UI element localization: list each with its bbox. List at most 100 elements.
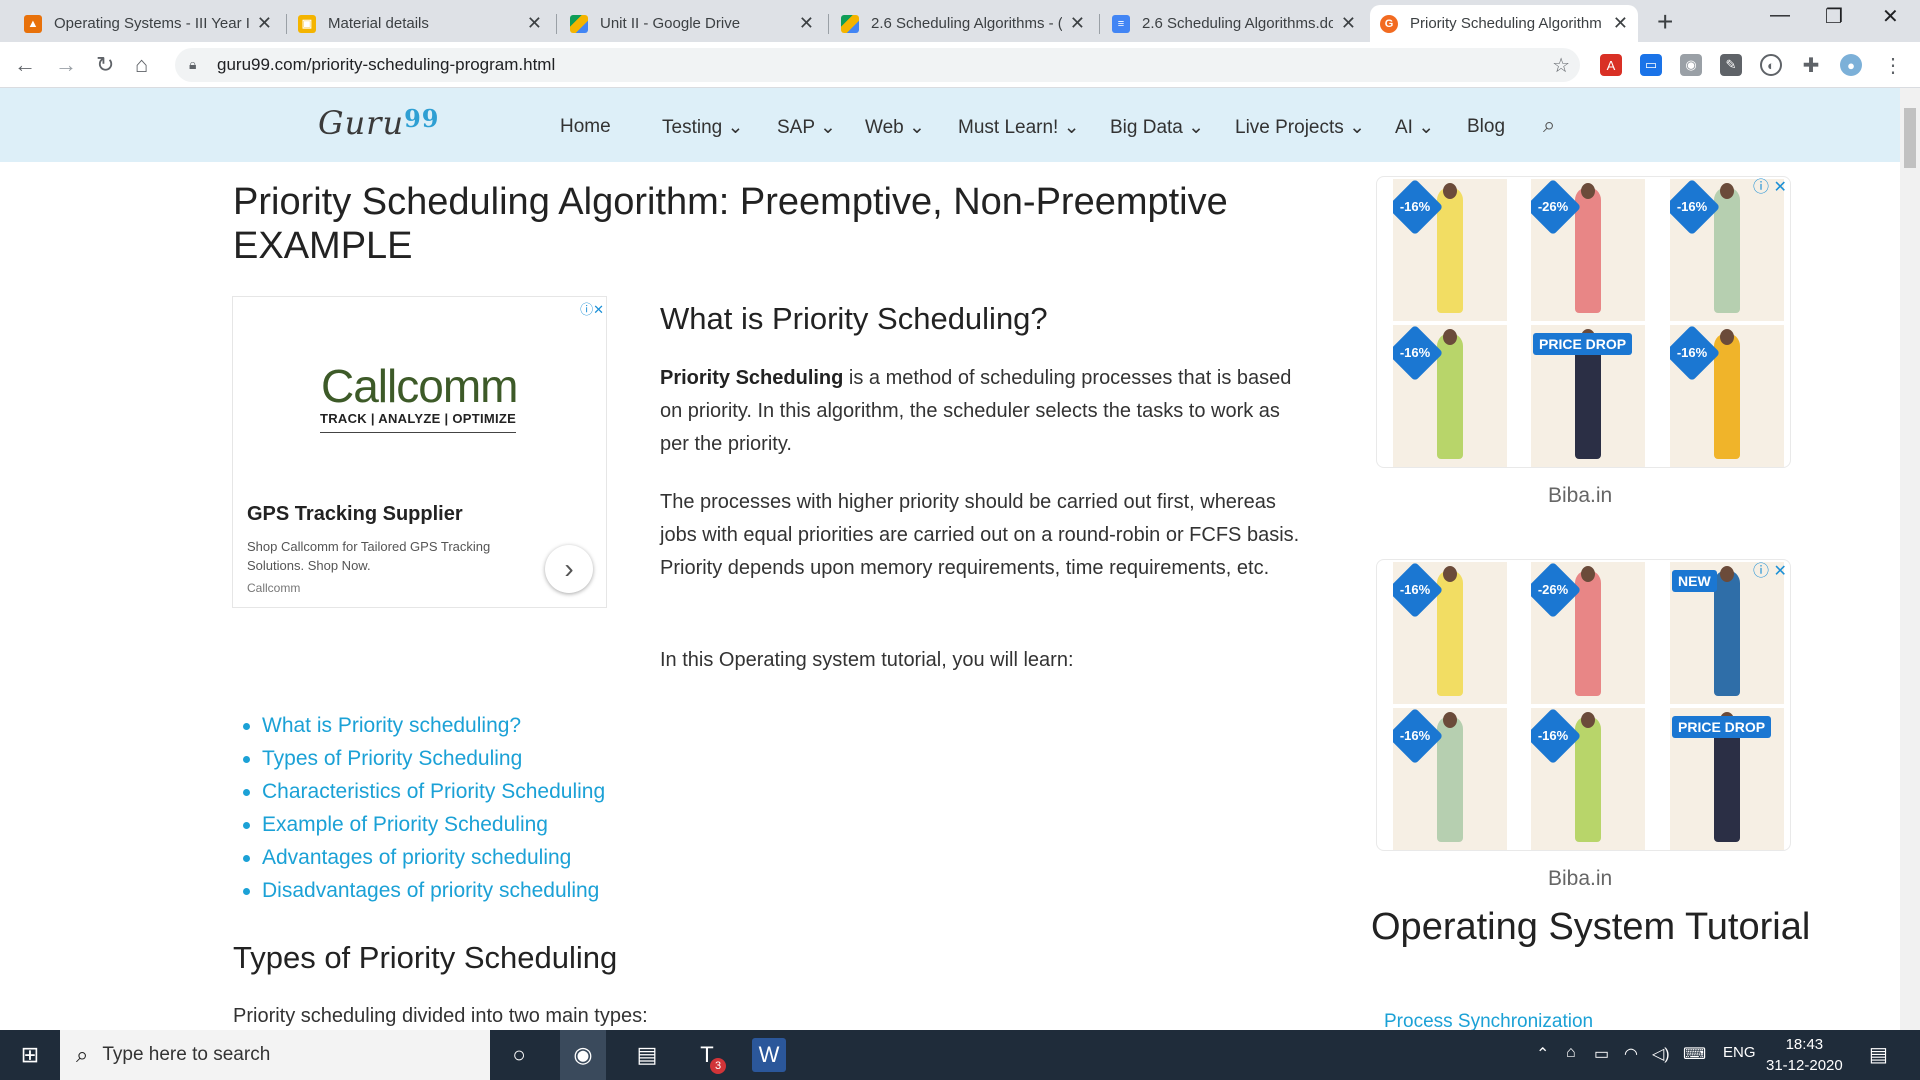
ad-source: Callcomm [247, 581, 301, 595]
bookmark-star-icon[interactable]: ☆ [1552, 53, 1570, 78]
close-tab-icon[interactable]: ✕ [1341, 13, 1356, 34]
ad-choices-icon[interactable]: ⓘ ✕ [1753, 173, 1787, 197]
toc-link[interactable]: Types of Priority Scheduling [242, 742, 605, 775]
biba-label[interactable]: Biba.in [1548, 867, 1612, 891]
product-tile[interactable]: PRICE DROP [1531, 325, 1645, 467]
cast-extension-icon[interactable]: ▭ [1640, 54, 1662, 76]
product-tile[interactable]: PRICE DROP [1670, 708, 1784, 850]
close-tab-icon[interactable]: ✕ [799, 13, 814, 34]
new-tab-button[interactable]: + [1657, 6, 1673, 38]
language-indicator[interactable]: ENG [1723, 1044, 1756, 1061]
windows-start-icon[interactable]: ⊞ [13, 1038, 47, 1072]
biba-ad-block-1[interactable]: -16% -26% -16% -16% PRICE DROP -16% [1376, 176, 1791, 468]
notifications-icon[interactable]: ▤ [1869, 1042, 1888, 1067]
maximize-icon[interactable]: ❐ [1825, 4, 1843, 29]
nav-web[interactable]: Web ⌄ [865, 116, 925, 139]
nav-testing[interactable]: Testing ⌄ [662, 116, 743, 139]
discount-badge: PRICE DROP [1672, 716, 1772, 738]
biba-label[interactable]: Biba.in [1548, 484, 1612, 508]
page-scrollbar[interactable] [1900, 88, 1920, 1030]
toc-link[interactable]: What is Priority scheduling? [242, 709, 605, 742]
browser-tab-3[interactable]: 2.6 Scheduling Algorithms - ( ✕ [831, 5, 1095, 42]
product-tile[interactable]: -26% [1531, 179, 1645, 321]
eyedropper-extension-icon[interactable]: ✎ [1720, 54, 1742, 76]
nav-live-projects[interactable]: Live Projects ⌄ [1235, 116, 1365, 139]
callcomm-ad[interactable]: ⓘ✕ Callcomm TRACK | ANALYZE | OPTIMIZE G… [232, 296, 607, 608]
battery-icon[interactable]: ▭ [1594, 1044, 1609, 1064]
teams-icon[interactable]: T3 [690, 1038, 726, 1074]
product-tile[interactable]: NEW [1670, 562, 1784, 704]
toc-link[interactable]: Disadvantages of priority scheduling [242, 874, 605, 907]
browser-tab-1[interactable]: ▣ Material details ✕ [288, 5, 552, 42]
keyboard-icon[interactable]: ⌨ [1683, 1044, 1706, 1064]
ad-tagline: TRACK | ANALYZE | OPTIMIZE [320, 411, 517, 433]
table-of-contents: What is Priority scheduling? Types of Pr… [242, 709, 605, 907]
ad-title[interactable]: GPS Tracking Supplier [247, 503, 463, 526]
reload-icon[interactable]: ↻ [96, 52, 114, 78]
forward-icon[interactable]: → [55, 52, 77, 78]
product-tile[interactable]: -16% [1670, 325, 1784, 467]
slides-icon: ▣ [298, 14, 316, 33]
tray-chevron-icon[interactable]: ⌃ [1536, 1044, 1549, 1064]
profile-avatar[interactable]: ● [1840, 54, 1862, 76]
paragraph-4: Priority scheduling divided into two mai… [233, 1005, 648, 1027]
meet-now-icon[interactable]: ⌂ [1566, 1044, 1576, 1062]
product-tile[interactable]: -16% [1393, 325, 1507, 467]
chevron-down-icon: ⌄ [909, 117, 925, 138]
nav-ai[interactable]: AI ⌄ [1395, 116, 1434, 139]
back-icon[interactable]: ← [14, 52, 36, 78]
product-tile[interactable]: -16% [1670, 179, 1784, 321]
ad-choices-icon[interactable]: ⓘ✕ [580, 299, 604, 318]
windows-taskbar: ⊞ ⌕ Type here to search ○ ◉ ▤ T3 W ⌃ ⌂ ▭… [0, 1030, 1920, 1080]
nav-big-data[interactable]: Big Data ⌄ [1110, 116, 1204, 139]
guru99-logo[interactable]: Guru99 [318, 104, 439, 142]
nav-must-learn[interactable]: Must Learn! ⌄ [958, 116, 1080, 139]
camera-extension-icon[interactable]: ◉ [1680, 54, 1702, 76]
address-bar[interactable]: 🔒︎ guru99.com/priority-scheduling-progra… [175, 48, 1580, 82]
toc-link[interactable]: Advantages of priority scheduling [242, 841, 605, 874]
task-view-icon[interactable]: ○ [502, 1038, 536, 1072]
nav-blog[interactable]: Blog [1467, 116, 1505, 138]
product-tile[interactable]: -16% [1531, 708, 1645, 850]
file-explorer-icon[interactable]: ▤ [630, 1038, 664, 1072]
biba-ad-block-2[interactable]: -16% -26% NEW -16% -16% PRICE DROP [1376, 559, 1791, 851]
wifi-icon[interactable]: ◠ [1624, 1044, 1638, 1064]
close-tab-icon[interactable]: ✕ [1070, 13, 1085, 34]
browser-tab-2[interactable]: Unit II - Google Drive ✕ [560, 5, 824, 42]
scrollbar-thumb[interactable] [1904, 108, 1916, 168]
close-window-icon[interactable]: ✕ [1882, 4, 1899, 29]
nav-sap[interactable]: SAP ⌄ [777, 116, 836, 139]
google-drive-icon [841, 14, 859, 33]
minimize-icon[interactable]: — [1770, 4, 1790, 27]
puzzle-extensions-icon[interactable]: ✚ [1800, 54, 1822, 77]
product-tile[interactable]: -16% [1393, 562, 1507, 704]
search-icon[interactable]: ⌕ [1543, 112, 1555, 138]
menu-kebab-icon[interactable]: ⋮ [1882, 54, 1904, 77]
pdf-extension-icon[interactable]: A [1600, 54, 1622, 76]
word-icon[interactable]: W [752, 1038, 786, 1072]
paragraph-2: The processes with higher priority shoul… [660, 491, 1300, 579]
clock[interactable]: 18:43 31-12-2020 [1766, 1034, 1843, 1076]
nav-home[interactable]: Home [560, 116, 611, 138]
volume-icon[interactable]: ◁) [1652, 1044, 1670, 1064]
chevron-right-icon[interactable]: › [545, 545, 593, 593]
toc-link[interactable]: Example of Priority Scheduling [242, 808, 605, 841]
ad-brand-logo: Callcomm [321, 360, 518, 412]
chrome-icon[interactable]: ◉ [560, 1030, 606, 1080]
close-tab-icon[interactable]: ✕ [527, 13, 542, 34]
product-tile[interactable]: -26% [1531, 562, 1645, 704]
browser-tab-active[interactable]: G Priority Scheduling Algorithm ✕ [1370, 5, 1638, 42]
url-text[interactable]: guru99.com/priority-scheduling-program.h… [217, 55, 555, 75]
ad-choices-icon[interactable]: ⓘ ✕ [1753, 557, 1787, 581]
browser-tab-4[interactable]: ≡ 2.6 Scheduling Algorithms.do ✕ [1102, 5, 1366, 42]
close-tab-icon[interactable]: ✕ [1613, 13, 1628, 34]
extension-icon[interactable]: ◐ [1760, 54, 1782, 76]
browser-tab-0[interactable]: ▲ Operating Systems - III Year I ✕ [14, 5, 282, 42]
product-tile[interactable]: -16% [1393, 708, 1507, 850]
taskbar-search[interactable]: ⌕ Type here to search [60, 1030, 490, 1080]
sidebar-heading: Operating System Tutorial [1371, 906, 1811, 948]
product-tile[interactable]: -16% [1393, 179, 1507, 321]
toc-link[interactable]: Characteristics of Priority Scheduling [242, 775, 605, 808]
home-icon[interactable]: ⌂ [135, 52, 148, 78]
close-tab-icon[interactable]: ✕ [257, 13, 272, 34]
